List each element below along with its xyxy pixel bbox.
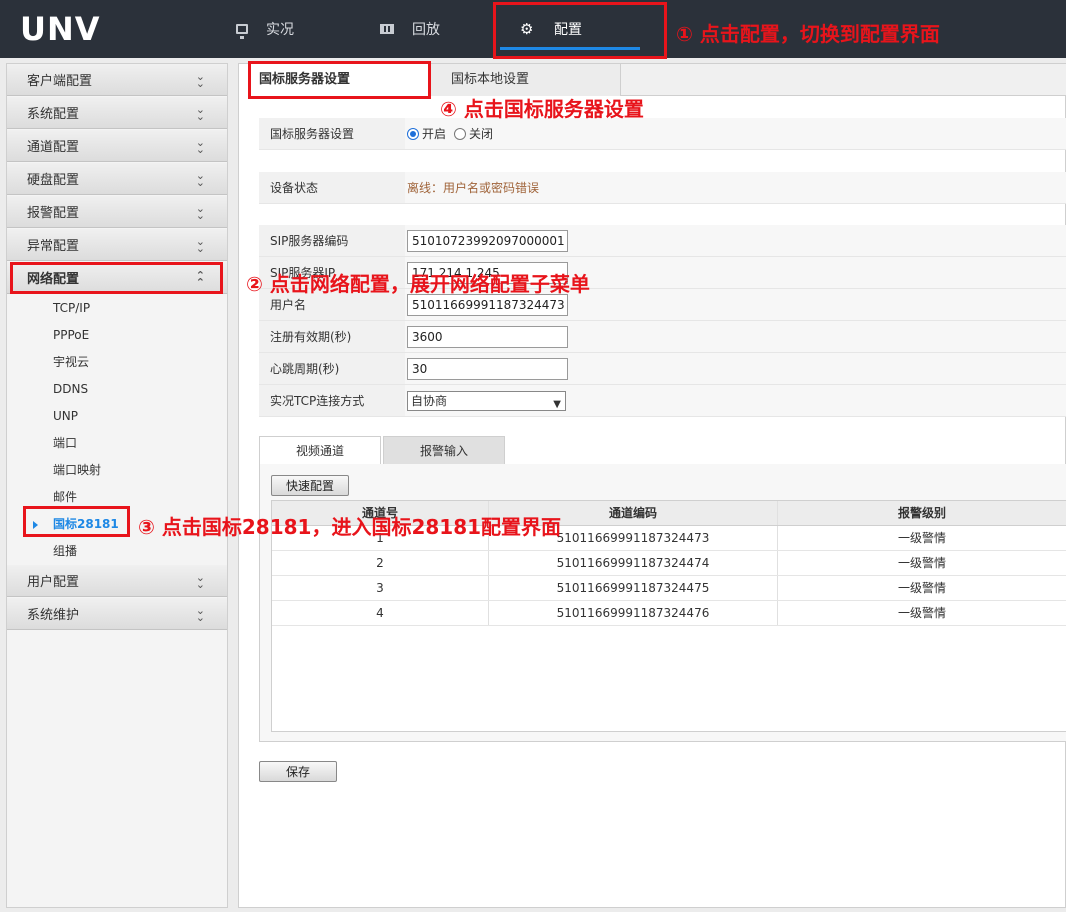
radio-on-label: 开启 (422, 127, 447, 141)
menu-label: 客户端配置 (27, 74, 93, 89)
row-server-setting: 国标服务器设置 开启 关闭 (259, 118, 1066, 150)
cell-alarm-level: 一级警情 (778, 526, 1066, 550)
annotation-step-2: ② 点击网络配置，展开网络配置子菜单 (246, 272, 590, 296)
radio-on[interactable]: 开启 (407, 125, 446, 142)
table-row[interactable]: 4 51011669991187324476 一级警情 (272, 601, 1066, 626)
chevron-down-icon: ⌄ ⌄ (195, 70, 205, 90)
menu-user-config[interactable]: 用户配置 ⌄ ⌄ (7, 565, 227, 597)
menu-label: 报警配置 (27, 206, 80, 221)
annotation-step-4: ④ 点击国标服务器设置 (440, 97, 644, 121)
table-row[interactable]: 2 51011669991187324474 一级警情 (272, 551, 1066, 576)
content-panel: 国标服务器设置 国标本地设置 国标服务器设置 开启 关闭 设备状态 离线：用户名… (238, 63, 1066, 908)
menu-client-config[interactable]: 客户端配置 ⌄ ⌄ (7, 64, 227, 96)
submenu-port[interactable]: 端口 (7, 430, 227, 457)
annotation-box-server-tab (248, 61, 431, 99)
submenu-multicast[interactable]: 组播 (7, 538, 227, 565)
row-sip-code: SIP服务器编码 51010723992097000001 (259, 225, 1066, 257)
tab-gb-local-setting[interactable]: 国标本地设置 (431, 64, 621, 96)
row-heartbeat: 心跳周期(秒) 30 (259, 353, 1066, 385)
device-status-label: 设备状态 (259, 172, 405, 203)
tcp-mode-value: 自协商 (411, 393, 448, 408)
menu-label: 硬盘配置 (27, 173, 80, 188)
nav-live[interactable]: 实况 (236, 0, 294, 58)
annotation-box-network (10, 262, 223, 294)
nav-playback-label: 回放 (412, 22, 440, 38)
chevron-down-icon: ⌄ ⌄ (195, 169, 205, 189)
submenu-port-mapping[interactable]: 端口映射 (7, 457, 227, 484)
cell-channel-code: 51011669991187324474 (489, 551, 778, 575)
menu-alarm-config[interactable]: 报警配置 ⌄ ⌄ (7, 196, 227, 228)
chevron-down-icon: ⌄ ⌄ (195, 571, 205, 591)
chevron-down-icon: ⌄ ⌄ (195, 136, 205, 156)
menu-system-config[interactable]: 系统配置 ⌄ ⌄ (7, 97, 227, 129)
menu-exception-config[interactable]: 异常配置 ⌄ ⌄ (7, 229, 227, 261)
menu-channel-config[interactable]: 通道配置 ⌄ ⌄ (7, 130, 227, 162)
cell-alarm-level: 一级警情 (778, 551, 1066, 575)
chevron-down-icon: ▼ (553, 398, 561, 410)
annotation-box-gb28181 (23, 506, 130, 537)
radio-off[interactable]: 关闭 (454, 125, 493, 142)
chevron-down-icon: ⌄ ⌄ (195, 103, 205, 123)
chevron-down-icon: ⌄ ⌄ (195, 604, 205, 624)
sidebar: 客户端配置 ⌄ ⌄ 系统配置 ⌄ ⌄ 通道配置 ⌄ ⌄ 硬盘配置 ⌄ ⌄ 报警配置 ⌄ ⌄ 异常配置… (6, 63, 228, 908)
submenu-pppoe[interactable]: PPPoE (7, 322, 227, 349)
menu-system-maintenance[interactable]: 系统维护 ⌄ ⌄ (7, 598, 227, 630)
heartbeat-label: 心跳周期(秒) (259, 353, 405, 384)
subtab-alarm-input[interactable]: 报警输入 (383, 436, 505, 465)
submenu-unp[interactable]: UNP (7, 403, 227, 430)
cell-channel-code: 51011669991187324476 (489, 601, 778, 625)
annotation-step-3: ③ 点击国标28181，进入国标28181配置界面 (138, 515, 562, 539)
submenu-cloud[interactable]: 宇视云 (7, 349, 227, 376)
row-device-status: 设备状态 离线：用户名或密码错误 (259, 172, 1066, 204)
tcp-mode-label: 实况TCP连接方式 (259, 385, 405, 416)
save-button[interactable]: 保存 (259, 761, 337, 782)
menu-label: 系统配置 (27, 107, 80, 122)
reg-valid-label: 注册有效期(秒) (259, 321, 405, 352)
cell-channel-no: 4 (272, 601, 489, 625)
chevron-down-icon: ⌄ ⌄ (195, 202, 205, 222)
header-alarm-level: 报警级别 (778, 501, 1066, 525)
annotation-box-config (493, 2, 667, 59)
radio-off-dot[interactable] (454, 127, 467, 140)
channel-panel: 快速配置 通道号 通道编码 报警级别 1 5101166999118732447… (259, 464, 1066, 742)
chevron-down-icon: ⌄ ⌄ (195, 235, 205, 255)
monitor-icon (236, 24, 248, 39)
cell-channel-code: 51011669991187324475 (489, 576, 778, 600)
menu-label: 系统维护 (27, 608, 80, 623)
menu-disk-config[interactable]: 硬盘配置 ⌄ ⌄ (7, 163, 227, 195)
radio-off-label: 关闭 (469, 127, 494, 141)
film-icon (380, 24, 394, 34)
cell-alarm-level: 一级警情 (778, 576, 1066, 600)
quick-config-button[interactable]: 快速配置 (271, 475, 349, 496)
menu-label: 通道配置 (27, 140, 80, 155)
server-setting-label: 国标服务器设置 (259, 118, 405, 149)
submenu-tcpip[interactable]: TCP/IP (7, 295, 227, 322)
sip-code-input[interactable]: 51010723992097000001 (407, 229, 568, 252)
tcp-mode-select[interactable]: 自协商 ▼ (407, 390, 566, 411)
unv-logo: UNV (20, 10, 101, 48)
subtab-bar: 视频通道 报警输入 (259, 436, 1066, 466)
row-reg-valid: 注册有效期(秒) 3600 (259, 321, 1066, 353)
device-status-value: 离线：用户名或密码错误 (407, 181, 540, 195)
row-tcp-mode: 实况TCP连接方式 自协商 ▼ (259, 385, 1066, 417)
sip-code-label: SIP服务器编码 (259, 225, 405, 256)
annotation-step-1: ① 点击配置，切换到配置界面 (676, 22, 940, 46)
radio-on-dot[interactable] (407, 127, 419, 140)
sidebar-menu: 客户端配置 ⌄ ⌄ 系统配置 ⌄ ⌄ 通道配置 ⌄ ⌄ 硬盘配置 ⌄ ⌄ 报警配置 ⌄ ⌄ 异常配置… (7, 64, 227, 630)
reg-valid-input[interactable]: 3600 (407, 325, 568, 348)
menu-label: 异常配置 (27, 239, 80, 254)
cell-channel-no: 2 (272, 551, 489, 575)
cell-channel-no: 3 (272, 576, 489, 600)
heartbeat-input[interactable]: 30 (407, 357, 568, 380)
nav-playback[interactable]: 回放 (380, 0, 440, 58)
submenu-ddns[interactable]: DDNS (7, 376, 227, 403)
subtab-video-channel[interactable]: 视频通道 (259, 436, 381, 466)
nav-live-label: 实况 (266, 22, 294, 38)
cell-alarm-level: 一级警情 (778, 601, 1066, 625)
menu-label: 用户配置 (27, 575, 80, 590)
table-row[interactable]: 3 51011669991187324475 一级警情 (272, 576, 1066, 601)
